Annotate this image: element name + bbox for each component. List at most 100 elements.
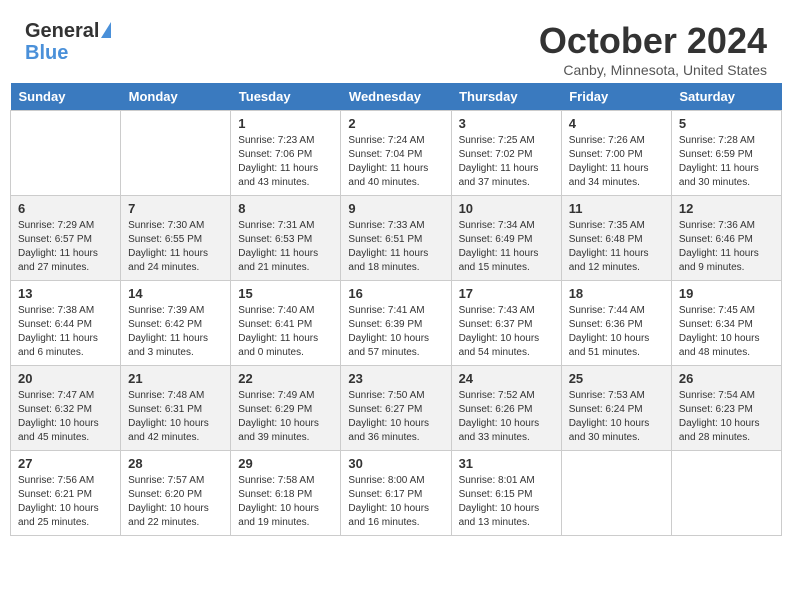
calendar-cell: 6 Sunrise: 7:29 AM Sunset: 6:57 PM Daylig… [11, 196, 121, 281]
day-number: 3 [459, 116, 554, 131]
calendar-cell: 17 Sunrise: 7:43 AM Sunset: 6:37 PM Dayli… [451, 281, 561, 366]
day-number: 20 [18, 371, 113, 386]
day-info: Sunrise: 7:52 AM Sunset: 6:26 PM Dayligh… [459, 389, 554, 445]
day-number: 26 [679, 371, 774, 386]
day-number: 16 [348, 286, 443, 301]
calendar-cell [671, 451, 781, 536]
calendar-cell: 22Sunrise: 7:49 AM Sunset: 6:29 PM Dayli… [231, 366, 341, 451]
day-number: 5 [679, 116, 774, 131]
day-number: 1 [238, 116, 333, 131]
day-info: Sunrise: 7:25 AM Sunset: 7:02 PM Dayligh… [459, 134, 554, 190]
day-info: Sunrise: 7:24 AM Sunset: 7:04 PM Dayligh… [348, 134, 443, 190]
day-number: 17 [459, 286, 554, 301]
day-info: Sunrise: 7:57 AM Sunset: 6:20 PM Dayligh… [128, 474, 223, 530]
day-number: 25 [569, 371, 664, 386]
day-info: Sunrise: 7:53 AM Sunset: 6:24 PM Dayligh… [569, 389, 664, 445]
month-title: October 2024 [539, 20, 767, 62]
day-info: Sunrise: 7:29 AM Sunset: 6:57 PM Dayligh… [18, 219, 113, 275]
col-sunday: Sunday [11, 83, 121, 111]
col-monday: Monday [121, 83, 231, 111]
calendar-cell: 26 Sunrise: 7:54 AM Sunset: 6:23 PM Dayli… [671, 366, 781, 451]
calendar-cell: 15 Sunrise: 7:40 AM Sunset: 6:41 PM Dayli… [231, 281, 341, 366]
day-number: 23 [348, 371, 443, 386]
logo-general: General [25, 20, 99, 42]
calendar-cell: 11 Sunrise: 7:35 AM Sunset: 6:48 PM Dayli… [561, 196, 671, 281]
calendar-cell: 20Sunrise: 7:47 AM Sunset: 6:32 PM Dayli… [11, 366, 121, 451]
calendar-cell: 18 Sunrise: 7:44 AM Sunset: 6:36 PM Dayli… [561, 281, 671, 366]
day-info: Sunrise: 7:58 AM Sunset: 6:18 PM Dayligh… [238, 474, 333, 530]
day-info: Sunrise: 7:36 AM Sunset: 6:46 PM Dayligh… [679, 219, 774, 275]
day-number: 24 [459, 371, 554, 386]
calendar-week-2: 6 Sunrise: 7:29 AM Sunset: 6:57 PM Daylig… [11, 196, 782, 281]
calendar-cell: 7 Sunrise: 7:30 AM Sunset: 6:55 PM Daylig… [121, 196, 231, 281]
day-number: 28 [128, 456, 223, 471]
day-number: 29 [238, 456, 333, 471]
calendar-cell: 3 Sunrise: 7:25 AM Sunset: 7:02 PM Daylig… [451, 111, 561, 196]
day-info: Sunrise: 7:40 AM Sunset: 6:41 PM Dayligh… [238, 304, 333, 360]
calendar-cell: 27 Sunrise: 7:56 AM Sunset: 6:21 PM Dayli… [11, 451, 121, 536]
col-wednesday: Wednesday [341, 83, 451, 111]
calendar-cell: 12 Sunrise: 7:36 AM Sunset: 6:46 PM Dayli… [671, 196, 781, 281]
col-tuesday: Tuesday [231, 83, 341, 111]
col-thursday: Thursday [451, 83, 561, 111]
day-number: 12 [679, 201, 774, 216]
calendar-cell: 29 Sunrise: 7:58 AM Sunset: 6:18 PM Dayli… [231, 451, 341, 536]
logo-triangle-icon [101, 22, 111, 38]
day-number: 27 [18, 456, 113, 471]
calendar-cell [11, 111, 121, 196]
logo-blue: Blue [25, 42, 68, 64]
day-info: Sunrise: 7:34 AM Sunset: 6:49 PM Dayligh… [459, 219, 554, 275]
calendar-cell: 14Sunrise: 7:39 AM Sunset: 6:42 PM Dayli… [121, 281, 231, 366]
calendar-cell: 23 Sunrise: 7:50 AM Sunset: 6:27 PM Dayli… [341, 366, 451, 451]
calendar-cell: 2 Sunrise: 7:24 AM Sunset: 7:04 PM Daylig… [341, 111, 451, 196]
day-number: 7 [128, 201, 223, 216]
day-number: 18 [569, 286, 664, 301]
day-info: Sunrise: 7:30 AM Sunset: 6:55 PM Dayligh… [128, 219, 223, 275]
day-info: Sunrise: 7:26 AM Sunset: 7:00 PM Dayligh… [569, 134, 664, 190]
day-info: Sunrise: 7:35 AM Sunset: 6:48 PM Dayligh… [569, 219, 664, 275]
calendar-cell: 5Sunrise: 7:28 AM Sunset: 6:59 PM Daylig… [671, 111, 781, 196]
day-number: 6 [18, 201, 113, 216]
day-info: Sunrise: 7:39 AM Sunset: 6:42 PM Dayligh… [128, 304, 223, 360]
day-number: 8 [238, 201, 333, 216]
calendar-cell: 4 Sunrise: 7:26 AM Sunset: 7:00 PM Daylig… [561, 111, 671, 196]
title-area: October 2024 Canby, Minnesota, United St… [539, 20, 767, 78]
calendar-cell: 21Sunrise: 7:48 AM Sunset: 6:31 PM Dayli… [121, 366, 231, 451]
calendar-cell: 16Sunrise: 7:41 AM Sunset: 6:39 PM Dayli… [341, 281, 451, 366]
location: Canby, Minnesota, United States [539, 62, 767, 78]
day-info: Sunrise: 8:01 AM Sunset: 6:15 PM Dayligh… [459, 474, 554, 530]
calendar-week-3: 13Sunrise: 7:38 AM Sunset: 6:44 PM Dayli… [11, 281, 782, 366]
day-info: Sunrise: 7:38 AM Sunset: 6:44 PM Dayligh… [18, 304, 113, 360]
day-info: Sunrise: 7:43 AM Sunset: 6:37 PM Dayligh… [459, 304, 554, 360]
day-info: Sunrise: 7:31 AM Sunset: 6:53 PM Dayligh… [238, 219, 333, 275]
col-saturday: Saturday [671, 83, 781, 111]
day-info: Sunrise: 7:50 AM Sunset: 6:27 PM Dayligh… [348, 389, 443, 445]
logo: General Blue [25, 20, 111, 64]
calendar-cell: 30 Sunrise: 8:00 AM Sunset: 6:17 PM Dayli… [341, 451, 451, 536]
calendar-cell: 28 Sunrise: 7:57 AM Sunset: 6:20 PM Dayli… [121, 451, 231, 536]
day-info: Sunrise: 8:00 AM Sunset: 6:17 PM Dayligh… [348, 474, 443, 530]
day-info: Sunrise: 7:33 AM Sunset: 6:51 PM Dayligh… [348, 219, 443, 275]
calendar-cell: 24 Sunrise: 7:52 AM Sunset: 6:26 PM Dayli… [451, 366, 561, 451]
calendar-cell: 19 Sunrise: 7:45 AM Sunset: 6:34 PM Dayli… [671, 281, 781, 366]
day-number: 22 [238, 371, 333, 386]
page-container: General Blue October 2024 Canby, Minneso… [10, 10, 782, 536]
calendar-cell: 31Sunrise: 8:01 AM Sunset: 6:15 PM Dayli… [451, 451, 561, 536]
day-info: Sunrise: 7:44 AM Sunset: 6:36 PM Dayligh… [569, 304, 664, 360]
day-number: 30 [348, 456, 443, 471]
calendar-week-5: 27 Sunrise: 7:56 AM Sunset: 6:21 PM Dayli… [11, 451, 782, 536]
day-number: 4 [569, 116, 664, 131]
day-number: 15 [238, 286, 333, 301]
day-info: Sunrise: 7:54 AM Sunset: 6:23 PM Dayligh… [679, 389, 774, 445]
day-info: Sunrise: 7:45 AM Sunset: 6:34 PM Dayligh… [679, 304, 774, 360]
col-friday: Friday [561, 83, 671, 111]
day-info: Sunrise: 7:23 AM Sunset: 7:06 PM Dayligh… [238, 134, 333, 190]
day-number: 21 [128, 371, 223, 386]
day-info: Sunrise: 7:56 AM Sunset: 6:21 PM Dayligh… [18, 474, 113, 530]
day-number: 19 [679, 286, 774, 301]
day-number: 9 [348, 201, 443, 216]
calendar-cell: 8 Sunrise: 7:31 AM Sunset: 6:53 PM Daylig… [231, 196, 341, 281]
day-number: 2 [348, 116, 443, 131]
day-number: 11 [569, 201, 664, 216]
calendar-cell: 10Sunrise: 7:34 AM Sunset: 6:49 PM Dayli… [451, 196, 561, 281]
